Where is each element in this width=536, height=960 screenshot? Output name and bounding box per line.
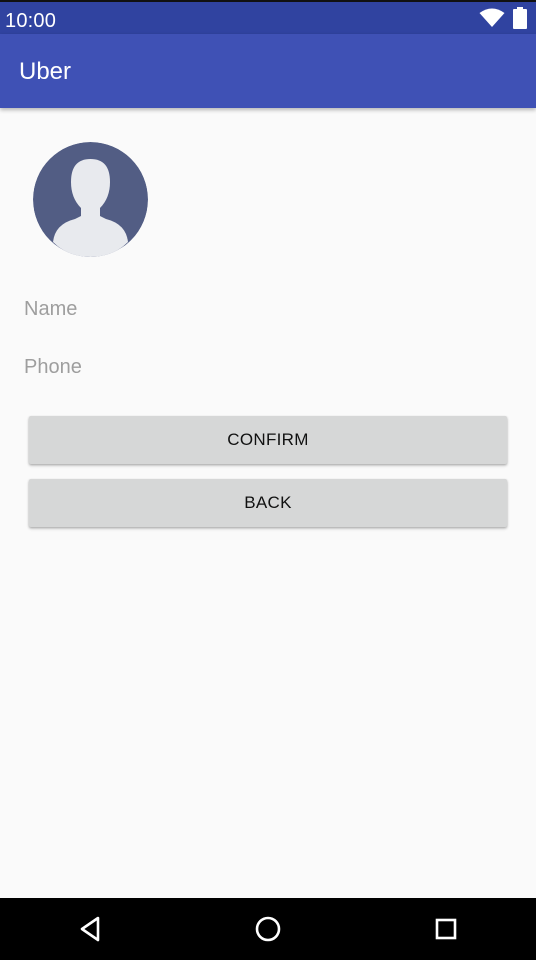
name-field[interactable] [24,289,512,329]
status-bar-edge [0,0,536,2]
app-title: Uber [19,58,72,85]
phone-field[interactable] [24,347,512,387]
nav-recents-icon [435,918,457,940]
status-bar: 10:00 [0,0,536,34]
nav-back-icon [80,916,100,942]
system-nav-bar [0,898,536,960]
confirm-button[interactable]: CONFIRM [29,416,507,464]
back-button[interactable]: BACK [29,479,507,527]
app-bar: Uber [0,34,536,108]
nav-back-button[interactable] [72,911,108,947]
status-time: 10:00 [5,10,57,32]
profile-avatar[interactable] [33,142,148,257]
screen: 10:00 Uber CONFIRM BACK [0,0,536,960]
battery-icon [513,7,527,29]
status-icons [479,7,527,29]
nav-home-button[interactable] [250,911,286,947]
nav-recents-button[interactable] [428,911,464,947]
person-avatar-icon [33,142,148,257]
wifi-icon [479,8,505,27]
nav-home-icon [255,916,281,942]
